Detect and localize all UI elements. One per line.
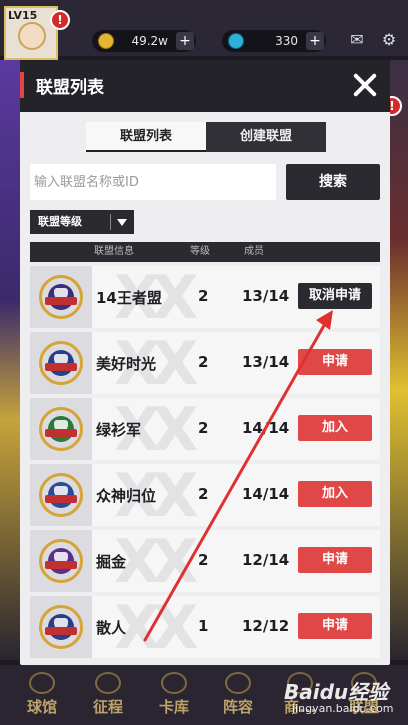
table-row[interactable]: XX 散人 1 12/12 申请: [30, 596, 380, 658]
guild-members: 12/12: [242, 617, 290, 635]
search-input[interactable]: [30, 164, 276, 200]
nav-item-cards[interactable]: 卡库: [144, 668, 204, 722]
watermark-brand: Baidu经验: [284, 680, 389, 704]
emblem-ribbon: [45, 561, 77, 569]
guild-level: 2: [198, 419, 209, 437]
court-icon: [29, 672, 55, 694]
guild-name: 掘金: [96, 553, 127, 571]
guild-emblem-icon: [39, 341, 83, 385]
guild-level: 2: [198, 551, 209, 569]
join-button[interactable]: 加入: [298, 481, 372, 507]
dropdown-divider: [110, 214, 111, 230]
gem-counter: 330 +: [222, 30, 326, 52]
guild-name: 14王者盟: [96, 289, 162, 307]
emblem-cell: [30, 464, 92, 526]
gold-amount: 49.2w: [131, 34, 168, 48]
nav-item-court[interactable]: 球馆: [12, 668, 72, 722]
emblem-ribbon: [45, 429, 77, 437]
gem-icon: [228, 33, 244, 49]
header-accent: [20, 72, 24, 98]
emblem-cell: [30, 266, 92, 328]
emblem-cell: [30, 530, 92, 592]
mail-icon[interactable]: ✉: [346, 30, 368, 50]
guild-name: 美好时光: [96, 355, 157, 373]
column-header-level: 等级: [190, 246, 210, 257]
guild-name: 绿衫军: [96, 421, 142, 439]
guild-emblem-icon: [39, 539, 83, 583]
guild-members: 14/14: [242, 419, 290, 437]
emblem-cell: [30, 596, 92, 658]
guild-members: 13/14: [242, 353, 290, 371]
guild-level: 2: [198, 287, 209, 305]
watermark-url: jingyan.baidu.com: [292, 702, 394, 715]
guild-level: 2: [198, 353, 209, 371]
guild-name: 众神归位: [96, 487, 157, 505]
column-header-members: 成员: [244, 246, 264, 257]
tab-guild-list[interactable]: 联盟列表: [86, 122, 206, 152]
nav-item-lineup[interactable]: 阵容: [208, 668, 268, 722]
emblem-cell: [30, 398, 92, 460]
modal-tabs: 联盟列表 创建联盟: [86, 122, 326, 152]
trophy-icon: [95, 672, 121, 694]
modal-header: 联盟列表: [20, 60, 390, 112]
guild-list: XX 14王者盟 2 13/14 取消申请 XX 美好时光 2 13/14 申请…: [30, 266, 380, 662]
add-gem-button[interactable]: +: [306, 32, 324, 50]
table-row[interactable]: XX 众神归位 2 14/14 加入: [30, 464, 380, 526]
table-row[interactable]: XX 掘金 2 12/14 申请: [30, 530, 380, 592]
apply-button[interactable]: 申请: [298, 349, 372, 375]
guild-level: 2: [198, 485, 209, 503]
table-row[interactable]: XX 绿衫军 2 14/14 加入: [30, 398, 380, 460]
table-row[interactable]: XX 美好时光 2 13/14 申请: [30, 332, 380, 394]
lineup-icon: [225, 672, 251, 694]
modal-title: 联盟列表: [36, 78, 104, 98]
column-header-info: 联盟信息: [94, 246, 134, 257]
gold-coin-icon: [98, 33, 114, 49]
emblem-cell: [30, 332, 92, 394]
guild-members: 12/14: [242, 551, 290, 569]
player-avatar[interactable]: LV15: [4, 6, 58, 60]
apply-button[interactable]: 申请: [298, 547, 372, 573]
cancel-application-button[interactable]: 取消申请: [298, 283, 372, 309]
cards-icon: [161, 672, 187, 694]
player-level: LV15: [8, 9, 38, 22]
sort-dropdown-label: 联盟等级: [38, 215, 82, 228]
chevron-down-icon: [117, 219, 127, 226]
join-button[interactable]: 加入: [298, 415, 372, 441]
tab-create-guild[interactable]: 创建联盟: [206, 122, 326, 152]
gold-counter: 49.2w +: [92, 30, 196, 52]
emblem-ribbon: [45, 297, 77, 305]
nav-item-journey[interactable]: 征程: [78, 668, 138, 722]
guild-list-modal: 联盟列表 联盟列表 创建联盟 搜索 联盟等级 联盟信息 等级 成员 XX 14王…: [20, 60, 390, 665]
guild-level: 1: [198, 617, 209, 635]
emblem-ribbon: [45, 363, 77, 371]
emblem-ribbon: [45, 495, 77, 503]
guild-members: 13/14: [242, 287, 290, 305]
avatar-face-icon: [18, 22, 46, 50]
left-side-panel: [0, 60, 20, 660]
search-button[interactable]: 搜索: [286, 164, 380, 200]
add-gold-button[interactable]: +: [176, 32, 194, 50]
gear-icon[interactable]: ⚙: [378, 30, 400, 50]
avatar-alert-badge: !: [50, 10, 70, 30]
gem-amount: 330: [275, 34, 298, 48]
guild-emblem-icon: [39, 407, 83, 451]
guild-members: 14/14: [242, 485, 290, 503]
guild-emblem-icon: [39, 275, 83, 319]
guild-name: 散人: [96, 619, 127, 637]
table-row[interactable]: XX 14王者盟 2 13/14 取消申请: [30, 266, 380, 328]
emblem-ribbon: [45, 627, 77, 635]
guild-emblem-icon: [39, 605, 83, 649]
table-header: 联盟信息 等级 成员: [30, 242, 380, 262]
close-icon[interactable]: [348, 68, 382, 102]
guild-emblem-icon: [39, 473, 83, 517]
sort-dropdown[interactable]: 联盟等级: [30, 210, 134, 234]
apply-button[interactable]: 申请: [298, 613, 372, 639]
